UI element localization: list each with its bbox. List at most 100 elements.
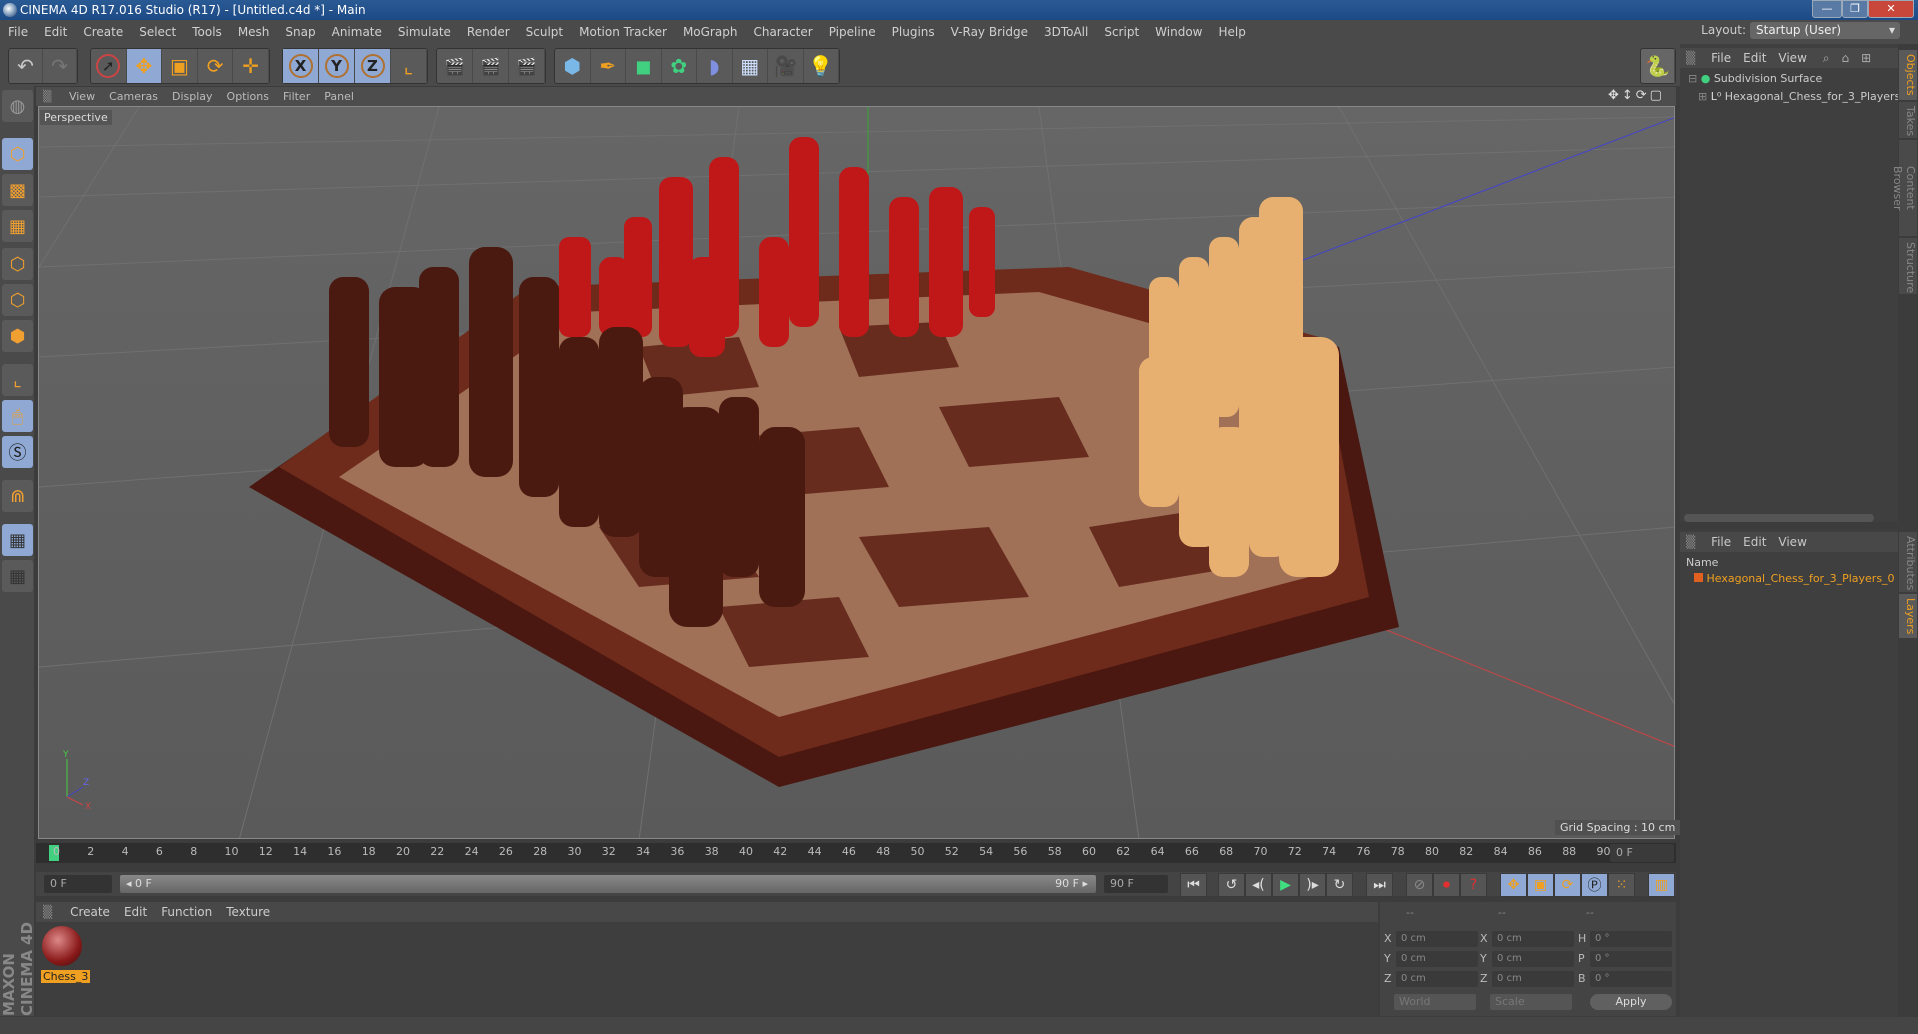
coordinate-space-dropdown[interactable]: World [1394,994,1476,1010]
close-button[interactable]: ✕ [1868,0,1914,18]
object-tree-item[interactable]: ⊞ L⁰ Hexagonal_Chess_for_3_Players_( [1698,90,1898,103]
planar-workplane-button[interactable]: ▦ [2,560,33,592]
menu-mograph[interactable]: MoGraph [683,25,738,39]
position-x-field[interactable]: 0 cm [1396,931,1478,947]
tweak-mode-button[interactable]: 🖱 [2,400,33,432]
workplane-mode-button[interactable]: ▦ [2,210,33,242]
home-icon[interactable]: ⌂ [1841,51,1849,65]
render-picture-viewer-button[interactable]: 🎬 [473,49,509,83]
rotate-tool-button[interactable]: ⟳ [198,49,234,83]
size-x-field[interactable]: 0 cm [1492,931,1574,947]
previous-key-button[interactable]: ↺ [1218,873,1245,897]
search-icon[interactable]: ⌕ [1823,51,1830,65]
menu-tools[interactable]: Tools [192,25,222,39]
tab-content-browser[interactable]: Content Browser [1891,140,1917,236]
recent-tool-button[interactable]: ✛ [233,49,269,83]
menu-render[interactable]: Render [467,25,510,39]
tab-structure[interactable]: Structure [1899,238,1917,294]
viewport-menu-display[interactable]: Display [172,90,213,103]
position-y-field[interactable]: 0 cm [1396,951,1478,967]
material-menu-create[interactable]: Create [70,905,110,919]
next-frame-button[interactable]: )▸ [1299,873,1326,897]
make-editable-button[interactable]: ◍ [2,90,33,122]
viewport-menu-filter[interactable]: Filter [283,90,310,103]
apply-button[interactable]: Apply [1590,994,1672,1010]
layer-menu-view[interactable]: View [1778,535,1806,549]
keyframe-selection-button[interactable]: ? [1460,873,1487,897]
new-panel-icon[interactable]: ⊞ [1861,51,1871,65]
tab-attributes[interactable]: Attributes [1899,532,1917,592]
coordinate-system-button[interactable]: ⌞ [391,49,427,83]
material-thumbnail[interactable] [42,926,82,966]
key-parameter-button[interactable]: Ⓟ [1581,873,1608,897]
frame-range-slider[interactable]: ◂ 0 F 90 F ▸ [120,875,1096,893]
material-name[interactable]: Chess_3 [41,970,91,983]
start-frame-field[interactable]: 0 F [44,875,112,893]
scale-tool-button[interactable]: ▣ [162,49,198,83]
timeline-button[interactable]: ▥ [1648,873,1675,897]
menu-plugins[interactable]: Plugins [892,25,935,39]
magnet-button[interactable]: ⋒ [2,480,33,512]
light-button[interactable]: 💡 [804,49,839,83]
viewport-menu-cameras[interactable]: Cameras [109,90,158,103]
material-menu-edit[interactable]: Edit [124,905,147,919]
menu-snap[interactable]: Snap [285,25,315,39]
snap-button[interactable]: Ⓢ [2,436,33,468]
viewport-menu-panel[interactable]: Panel [324,90,354,103]
tab-objects[interactable]: Objects [1899,50,1917,100]
floor-button[interactable]: ▦ [733,49,768,83]
axis-mode-button[interactable]: ⌞ [2,364,33,396]
rotation-p-field[interactable]: 0 ° [1590,951,1672,967]
menu-character[interactable]: Character [753,25,812,39]
go-to-start-button[interactable]: ⏮ [1180,873,1207,897]
model-mode-button[interactable]: ⬡ [2,138,33,170]
menu-simulate[interactable]: Simulate [398,25,451,39]
object-menu-file[interactable]: File [1711,51,1731,65]
coordinate-mode-dropdown[interactable]: Scale [1490,994,1572,1010]
menu-edit[interactable]: Edit [44,25,67,39]
x-axis-lock-button[interactable]: X [283,49,319,83]
key-position-button[interactable]: ✥ [1500,873,1527,897]
material-menu-texture[interactable]: Texture [226,905,270,919]
menu-file[interactable]: File [8,25,28,39]
menu-animate[interactable]: Animate [332,25,382,39]
key-pla-button[interactable]: ⁙ [1608,873,1635,897]
current-frame-field[interactable]: 0 F [1610,844,1674,862]
menu-pipeline[interactable]: Pipeline [829,25,876,39]
object-menu-view[interactable]: View [1778,51,1806,65]
texture-mode-button[interactable]: ▩ [2,174,33,206]
rotation-b-field[interactable]: 0 ° [1590,971,1672,987]
menu-create[interactable]: Create [83,25,123,39]
menu-mesh[interactable]: Mesh [238,25,270,39]
render-settings-button[interactable]: 🎬 [509,49,545,83]
layer-menu-file[interactable]: File [1711,535,1731,549]
edges-mode-button[interactable]: ⬡ [2,284,33,316]
key-rotation-button[interactable]: ⟳ [1554,873,1581,897]
tab-takes[interactable]: Takes [1899,102,1917,138]
play-button[interactable]: ▶ [1272,873,1299,897]
next-key-button[interactable]: ↻ [1326,873,1353,897]
menu-script[interactable]: Script [1104,25,1139,39]
viewport-menu-view[interactable]: View [69,90,95,103]
live-selection-button[interactable]: ➚ [91,49,127,83]
menu-window[interactable]: Window [1155,25,1202,39]
object-menu-edit[interactable]: Edit [1743,51,1766,65]
previous-frame-button[interactable]: ◂( [1245,873,1272,897]
menu-sculpt[interactable]: Sculpt [526,25,563,39]
render-view-button[interactable]: 🎬 [437,49,473,83]
size-z-field[interactable]: 0 cm [1492,971,1574,987]
layer-item[interactable]: Hexagonal_Chess_for_3_Players_0( [1694,572,1894,585]
menu-select[interactable]: Select [139,25,176,39]
lock-workplane-button[interactable]: ▦ [2,524,33,556]
viewport-nav-icons[interactable]: ✥↕⟳▢ [1608,88,1665,103]
python-button[interactable]: 🐍 [1641,49,1675,83]
size-y-field[interactable]: 0 cm [1492,951,1574,967]
record-keys-button[interactable]: ⊘ [1406,873,1433,897]
key-scale-button[interactable]: ▣ [1527,873,1554,897]
cube-object-button[interactable]: ⬢ [555,49,591,83]
viewport-menu-options[interactable]: Options [227,90,269,103]
rotation-h-field[interactable]: 0 ° [1590,931,1672,947]
timeline-ruler[interactable]: 0 2 4 6 8 10 12 14 16 18 20 22 24 26 28 30 32 34 36 38 40 42 4… [36,843,1676,863]
object-tree-item[interactable]: ⊟ ● Subdivision Surface [1688,72,1822,85]
3d-viewport[interactable]: Y Z X [38,106,1675,839]
